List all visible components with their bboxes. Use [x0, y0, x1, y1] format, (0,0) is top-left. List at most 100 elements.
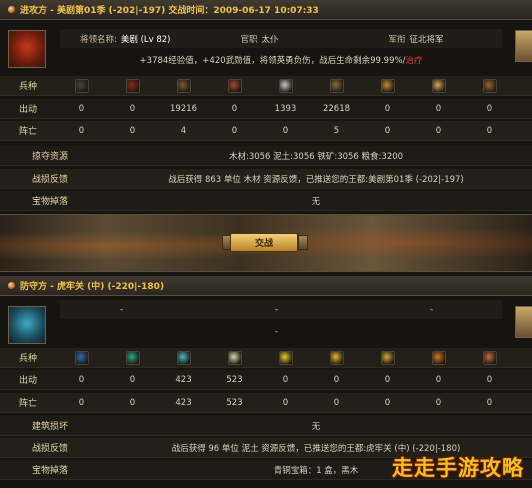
- sortie-count: 0: [435, 374, 442, 385]
- sortie-count: 0: [384, 374, 391, 385]
- attacker-troop-icons-row: 兵种: [0, 76, 532, 96]
- defender-header: 防守方 - 虎牢关 (中) (-220|-180): [0, 276, 532, 296]
- troop-cell: [56, 350, 107, 365]
- treasure-value: 无: [311, 196, 321, 207]
- death-count: 0: [78, 397, 85, 408]
- defender-header-title: 防守方 - 虎牢关 (中) (-220|-180): [20, 282, 165, 292]
- death-count: 5: [333, 125, 340, 136]
- sortie-count: 0: [435, 103, 442, 114]
- unit-f-icon[interactable]: [329, 350, 344, 365]
- attacker-death-row: 阵亡 0 0 4 0 0 5 0 0 0 0: [0, 121, 532, 141]
- sortie-count: 0: [384, 103, 391, 114]
- sortie-count: 0: [486, 103, 493, 114]
- unit-e-icon[interactable]: [278, 350, 293, 365]
- unit-c-icon[interactable]: [176, 350, 191, 365]
- death-label: 阵亡: [18, 127, 37, 137]
- army-value: 征北将军: [409, 34, 444, 45]
- sortie-count: 0: [129, 103, 136, 114]
- death-count: 0: [231, 125, 238, 136]
- death-count: 423: [175, 397, 192, 408]
- treasure-label: 宝物掉落: [31, 197, 68, 207]
- troop-label: 兵种: [18, 82, 37, 92]
- defender-info-row-2: -: [60, 322, 502, 341]
- death-count: 0: [129, 397, 136, 408]
- attacker-marker-icon: [8, 6, 15, 13]
- building-label: 建筑损坏: [31, 422, 68, 432]
- unit-b-icon[interactable]: [125, 350, 140, 365]
- feedback-value: 战后获得 863 单位 木材 资源反馈，已推送您的王都:美剧第01季 (-202…: [168, 174, 464, 185]
- troop-cell: [362, 350, 413, 365]
- sortie-count: 523: [226, 374, 243, 385]
- death-count: 0: [282, 125, 289, 136]
- sortie-count: 22618: [322, 103, 351, 114]
- death-count: 0: [129, 125, 136, 136]
- troop-cell: [515, 79, 532, 93]
- unit-2-icon[interactable]: [125, 78, 140, 93]
- unit-4-icon[interactable]: [227, 78, 242, 93]
- defender-marker-icon: [8, 282, 15, 289]
- sortie-count: 0: [282, 374, 289, 385]
- troop-cell: [311, 78, 362, 93]
- unit-d-icon[interactable]: [227, 350, 242, 365]
- sortie-count: 423: [175, 374, 192, 385]
- sortie-count: 0: [78, 103, 85, 114]
- unit-a-icon[interactable]: [74, 350, 89, 365]
- loot-label: 掠夺资源: [31, 152, 68, 162]
- treasure-label: 宝物掉落: [31, 466, 68, 476]
- unit-h-icon[interactable]: [431, 350, 446, 365]
- defender-troop-icons-row: 兵种: [0, 348, 532, 368]
- unit-8-icon[interactable]: [431, 78, 446, 93]
- death-count: 0: [435, 397, 442, 408]
- heal-link[interactable]: 治疗: [405, 54, 422, 66]
- death-count: 0: [384, 125, 391, 136]
- troop-cell: [413, 350, 464, 365]
- attacker-side-avatar[interactable]: [515, 30, 532, 62]
- attacker-reward-row: +3784经验值，+420武勋值，将领英勇负伤，战后生命剩余99.99%/ 治疗: [60, 50, 502, 69]
- general-name-label: 将领名称:: [80, 34, 117, 45]
- defender-general-avatar[interactable]: [8, 306, 46, 344]
- sortie-count: 0: [333, 374, 340, 385]
- feedback-label: 战损反馈: [31, 175, 68, 185]
- rank-value: 太仆: [261, 34, 279, 45]
- death-count: 0: [486, 397, 493, 408]
- death-count: 0: [486, 125, 493, 136]
- attacker-header: 进攻方 - 美剧第01季 (-202|-197) 交战时间：2009-06-17…: [0, 0, 532, 20]
- attacker-general-avatar[interactable]: [8, 30, 46, 68]
- unit-9-icon[interactable]: [482, 78, 497, 93]
- battle-button[interactable]: 交战: [230, 233, 298, 252]
- unit-3-icon[interactable]: [176, 78, 191, 93]
- defender-info-1: -: [120, 304, 124, 315]
- attacker-header-title: 进攻方 - 美剧第01季 (-202|-197) 交战时间：2009-06-17…: [20, 6, 319, 16]
- death-count: 0: [384, 397, 391, 408]
- attacker-sortie-row: 出动 0 0 19216 0 1393 22618 0 0 0 0: [0, 99, 532, 119]
- unit-5-icon[interactable]: [278, 78, 293, 93]
- unit-i-icon[interactable]: [482, 350, 497, 365]
- troop-cell: [515, 351, 532, 365]
- feedback-label: 战损反馈: [31, 444, 68, 454]
- troop-cell: [311, 350, 362, 365]
- death-count: 0: [515, 398, 532, 408]
- battle-button-right-cap: [298, 235, 308, 250]
- troop-cell: [260, 78, 311, 93]
- troop-cell: [413, 78, 464, 93]
- sortie-count: 0: [129, 374, 136, 385]
- defender-info-3: -: [430, 304, 434, 315]
- loot-value: 木材:3056 泥土:3056 铁矿:3056 粮食:3200: [228, 151, 404, 162]
- general-name[interactable]: 美剧 (Lv 82): [121, 33, 171, 45]
- loot-row: 掠夺资源 木材:3056 泥土:3056 铁矿:3056 粮食:3200: [0, 146, 532, 166]
- attacker-general-info: 将领名称: 美剧 (Lv 82) 官职 太仆 军衔 征北将军: [60, 29, 502, 48]
- sortie-label: 出动: [18, 105, 37, 115]
- unit-6-icon[interactable]: [329, 78, 344, 93]
- death-count: 0: [333, 397, 340, 408]
- death-count: 523: [226, 397, 243, 408]
- defender-info-row: - - -: [60, 300, 502, 319]
- troop-cell: [158, 350, 209, 365]
- army-label: 军衔: [388, 34, 406, 45]
- unit-7-icon[interactable]: [380, 78, 395, 93]
- death-label: 阵亡: [18, 399, 37, 409]
- unit-g-icon[interactable]: [380, 350, 395, 365]
- defender-sortie-row: 出动 0 0 423 523 0 0 0 0 0 0: [0, 370, 532, 390]
- unit-1-icon[interactable]: [74, 78, 89, 93]
- defender-death-row: 阵亡 0 0 423 523 0 0 0 0 0 0: [0, 393, 532, 413]
- defender-side-avatar[interactable]: [515, 306, 532, 338]
